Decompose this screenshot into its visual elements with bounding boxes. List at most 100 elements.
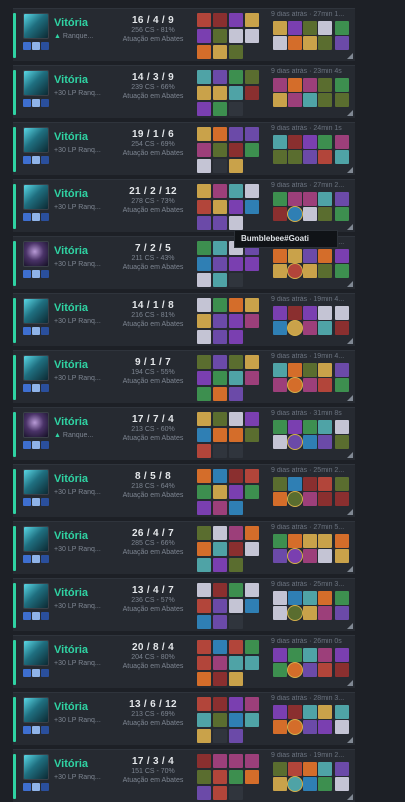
item-icon[interactable] <box>229 599 243 613</box>
participant-champion-icon[interactable] <box>335 492 349 506</box>
player-champion-icon[interactable] <box>288 720 302 734</box>
item-icon[interactable] <box>245 599 259 613</box>
item-icon[interactable] <box>245 127 259 141</box>
item-icon[interactable] <box>197 355 211 369</box>
match-row[interactable]: Vitória ▲ +30 LP Ranq... 19 / 1 / 6 254 … <box>13 122 355 175</box>
item-icon[interactable] <box>197 70 211 84</box>
item-icon[interactable] <box>245 412 259 426</box>
participant-champion-icon[interactable] <box>318 420 332 434</box>
item-icon[interactable] <box>197 273 211 287</box>
player-champion-icon[interactable] <box>288 777 302 791</box>
champion-avatar[interactable] <box>23 469 49 495</box>
participant-champion-icon[interactable] <box>288 534 302 548</box>
item-icon[interactable] <box>213 70 227 84</box>
participant-champion-icon[interactable] <box>318 93 332 107</box>
item-icon[interactable] <box>245 656 259 670</box>
participant-champion-icon[interactable] <box>335 648 349 662</box>
participant-champion-icon[interactable] <box>288 762 302 776</box>
participant-champion-icon[interactable] <box>273 249 287 263</box>
item-icon[interactable] <box>229 640 243 654</box>
participant-champion-icon[interactable] <box>318 264 332 278</box>
item-icon[interactable] <box>229 583 243 597</box>
player-champion-icon[interactable] <box>288 549 302 563</box>
participant-champion-icon[interactable] <box>273 21 287 35</box>
item-icon[interactable] <box>197 485 211 499</box>
participant-champion-icon[interactable] <box>273 492 287 506</box>
item-icon[interactable] <box>197 786 211 800</box>
participant-champion-icon[interactable] <box>303 135 317 149</box>
item-icon[interactable] <box>197 713 211 727</box>
participant-champion-icon[interactable] <box>288 93 302 107</box>
item-icon[interactable] <box>197 371 211 385</box>
match-row[interactable]: Vitória ▲ +30 LP Ranq... 14 / 1 / 8 216 … <box>13 293 355 346</box>
item-icon[interactable] <box>229 672 243 686</box>
item-icon[interactable] <box>197 599 211 613</box>
item-icon[interactable] <box>213 273 227 287</box>
item-icon[interactable] <box>213 241 227 255</box>
participant-champion-icon[interactable] <box>273 549 287 563</box>
item-icon[interactable] <box>229 729 243 743</box>
participant-champion-icon[interactable] <box>303 36 317 50</box>
participant-champion-icon[interactable] <box>288 135 302 149</box>
item-icon[interactable] <box>229 216 243 230</box>
item-icon[interactable] <box>197 29 211 43</box>
participant-champion-icon[interactable] <box>273 192 287 206</box>
participant-champion-icon[interactable] <box>288 306 302 320</box>
participant-champion-icon[interactable] <box>303 192 317 206</box>
item-icon[interactable] <box>197 298 211 312</box>
participant-champion-icon[interactable] <box>303 549 317 563</box>
participant-champion-icon[interactable] <box>335 477 349 491</box>
participant-champion-icon[interactable] <box>303 534 317 548</box>
participant-champion-icon[interactable] <box>335 192 349 206</box>
participant-champion-icon[interactable] <box>318 705 332 719</box>
participant-champion-icon[interactable] <box>335 135 349 149</box>
champion-avatar[interactable] <box>23 412 49 438</box>
participant-champion-icon[interactable] <box>288 420 302 434</box>
item-icon[interactable] <box>213 127 227 141</box>
participant-champion-icon[interactable] <box>318 21 332 35</box>
item-icon[interactable] <box>213 298 227 312</box>
item-icon[interactable] <box>197 754 211 768</box>
item-icon[interactable] <box>245 86 259 100</box>
item-icon[interactable] <box>197 143 211 157</box>
item-icon[interactable] <box>197 86 211 100</box>
item-icon[interactable] <box>213 542 227 556</box>
participant-champion-icon[interactable] <box>288 477 302 491</box>
participant-champion-icon[interactable] <box>303 492 317 506</box>
participant-champion-icon[interactable] <box>288 705 302 719</box>
participant-champion-icon[interactable] <box>318 363 332 377</box>
expand-corner-icon[interactable] <box>347 167 353 173</box>
participant-champion-icon[interactable] <box>303 306 317 320</box>
expand-corner-icon[interactable] <box>347 737 353 743</box>
participant-champion-icon[interactable] <box>335 378 349 392</box>
item-icon[interactable] <box>245 542 259 556</box>
participant-champion-icon[interactable] <box>335 249 349 263</box>
item-icon[interactable] <box>197 241 211 255</box>
match-row[interactable]: Vitória ▲ Ranque... 17 / 7 / 4 213 CS - … <box>13 407 355 460</box>
participant-champion-icon[interactable] <box>303 591 317 605</box>
participant-champion-icon[interactable] <box>335 264 349 278</box>
participant-champion-icon[interactable] <box>318 378 332 392</box>
match-row[interactable]: Vitória ▲ +30 LP Ranq... 26 / 4 / 7 285 … <box>13 521 355 574</box>
participant-champion-icon[interactable] <box>288 363 302 377</box>
item-icon[interactable] <box>213 786 227 800</box>
participant-champion-icon[interactable] <box>303 663 317 677</box>
player-champion-icon[interactable] <box>288 663 302 677</box>
item-icon[interactable] <box>197 45 211 59</box>
item-icon[interactable] <box>229 355 243 369</box>
participant-champion-icon[interactable] <box>273 150 287 164</box>
item-icon[interactable] <box>245 770 259 784</box>
item-icon[interactable] <box>213 387 227 401</box>
item-icon[interactable] <box>229 371 243 385</box>
item-icon[interactable] <box>229 70 243 84</box>
item-icon[interactable] <box>197 387 211 401</box>
item-icon[interactable] <box>213 583 227 597</box>
item-icon[interactable] <box>229 257 243 271</box>
item-icon[interactable] <box>245 469 259 483</box>
player-champion-icon[interactable] <box>288 321 302 335</box>
item-icon[interactable] <box>229 29 243 43</box>
item-icon[interactable] <box>213 143 227 157</box>
item-icon[interactable] <box>197 615 211 629</box>
item-icon[interactable] <box>245 314 259 328</box>
participant-champion-icon[interactable] <box>318 78 332 92</box>
